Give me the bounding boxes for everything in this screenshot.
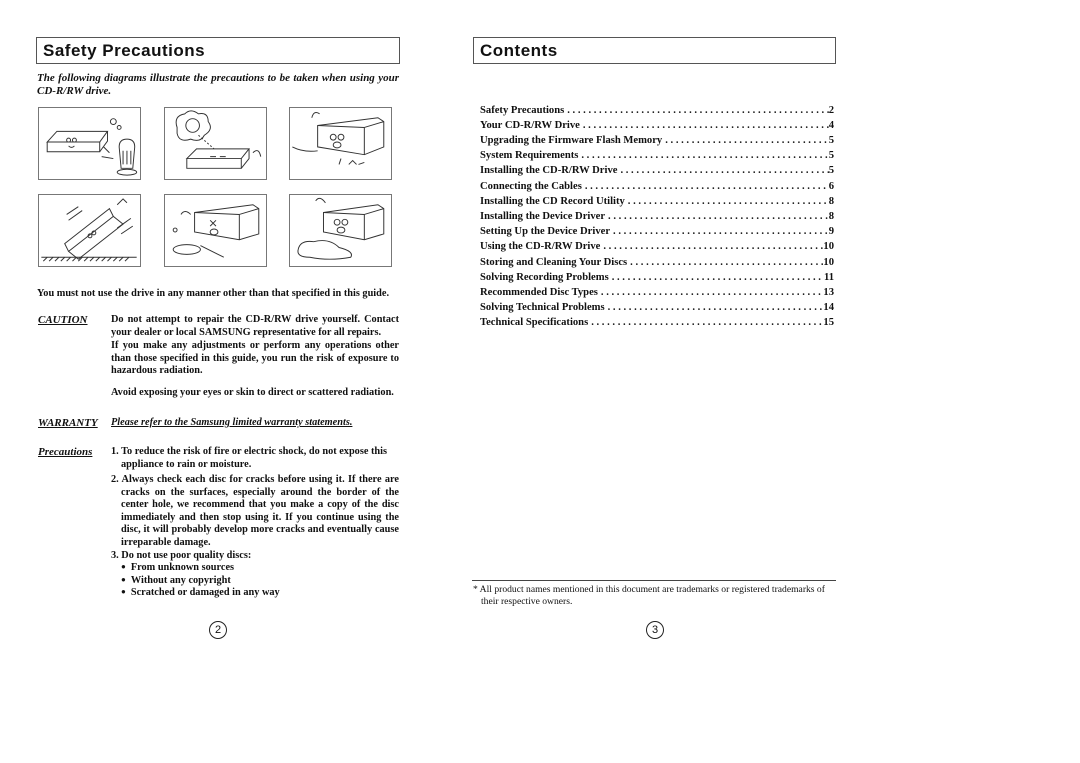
warranty-label: WARRANTY: [38, 417, 98, 429]
dot-leader: [613, 226, 829, 237]
toc-entry-page: 5: [828, 150, 834, 161]
toc-entry[interactable]: Upgrading the Firmware Flash Memory 5: [480, 135, 834, 150]
dot-leader: [665, 135, 828, 146]
precaution-item-3: 3. Do not use poor quality discs:: [111, 550, 252, 561]
toc-entry-title: Solving Technical Problems: [480, 302, 605, 313]
dot-leader: [583, 120, 829, 131]
toc-entry-page: 2: [828, 105, 834, 116]
bullet-item: Without any copyright: [121, 575, 231, 588]
toc-entry[interactable]: Solving Recording Problems 11: [480, 272, 834, 287]
bullet-item: From unknown sources: [121, 562, 234, 575]
toc-entry-page: 5: [828, 165, 834, 176]
page-title: Contents: [480, 41, 558, 60]
drive-dropped-illustration: [38, 194, 141, 267]
dot-leader: [608, 211, 829, 222]
toc-entry-title: Connecting the Cables: [480, 181, 582, 192]
caution-label: CAUTION: [38, 314, 88, 326]
toc-entry-page: 15: [823, 317, 834, 328]
dot-leader: [620, 165, 828, 176]
toc-entry-title: System Requirements: [480, 150, 579, 161]
drive-disassembly-illustration: [289, 107, 392, 180]
dot-leader: [603, 241, 823, 252]
toc-entry-page: 13: [823, 287, 834, 298]
trademark-footnote: * All product names mentioned in this do…: [473, 584, 825, 607]
toc-entry-title: Recommended Disc Types: [480, 287, 598, 298]
page-title: Safety Precautions: [43, 41, 206, 60]
caution-paragraph-2: If you make any adjustments or perform a…: [111, 340, 399, 376]
toc-entry-page: 9: [828, 226, 834, 237]
toc-entry-title: Storing and Cleaning Your Discs: [480, 257, 628, 268]
toc-entry-page: 8: [828, 211, 834, 222]
caution-paragraph-1: Do not attempt to repair the CD-R/RW dri…: [111, 314, 399, 338]
dot-leader: [608, 302, 824, 313]
toc-entry-page: 6: [828, 181, 834, 192]
toc-entry-page: 11: [823, 272, 834, 283]
toc-entry[interactable]: Storing and Cleaning Your Discs 10: [480, 257, 834, 272]
dot-leader: [591, 317, 823, 328]
caution-paragraph-3: Avoid exposing your eyes or skin to dire…: [111, 387, 394, 398]
usage-warning: You must not use the drive in any manner…: [37, 288, 390, 299]
toc-entry[interactable]: Recommended Disc Types 13: [480, 287, 834, 302]
precaution-item-2: 2. Always check each disc for cracks bef…: [111, 474, 399, 548]
drive-spilled-liquid-illustration: [289, 194, 392, 267]
drive-near-water-illustration: [164, 194, 267, 267]
dot-leader: [581, 150, 828, 161]
toc-entry[interactable]: Installing the CD-R/RW Drive 5: [480, 165, 834, 180]
drive-in-sunlight-illustration: [164, 107, 267, 180]
dot-leader: [585, 181, 829, 192]
precautions-label: Precautions: [38, 446, 93, 458]
toc-entry[interactable]: System Requirements 5: [480, 150, 834, 165]
warranty-link[interactable]: Please refer to the Samsung limited warr…: [111, 417, 352, 428]
toc-entry[interactable]: Your CD-R/RW Drive 4: [480, 120, 834, 135]
toc-entry-page: 14: [823, 302, 834, 313]
toc-entry-title: Installing the Device Driver: [480, 211, 606, 222]
section-header-contents: Contents: [473, 37, 836, 64]
toc-entry[interactable]: Setting Up the Device Driver 9: [480, 226, 834, 241]
toc-entry-title: Installing the CD Record Utility: [480, 196, 625, 207]
dot-leader: [630, 257, 823, 268]
drive-near-heater-illustration: [38, 107, 141, 180]
toc-entry-page: 10: [823, 257, 834, 268]
toc-entry-title: Upgrading the Firmware Flash Memory: [480, 135, 663, 146]
footnote-divider: [472, 580, 836, 581]
toc-entry-page: 5: [828, 135, 834, 146]
toc-entry-title: Solving Recording Problems: [480, 272, 609, 283]
toc-entry-page: 8: [828, 196, 834, 207]
toc-entry[interactable]: Solving Technical Problems 14: [480, 302, 834, 317]
toc-entry-title: Technical Specifications: [480, 317, 589, 328]
toc-entry-page: 10: [823, 241, 834, 252]
toc-entry-title: Installing the CD-R/RW Drive: [480, 165, 618, 176]
toc-entry-title: Using the CD-R/RW Drive: [480, 241, 601, 252]
toc-entry-title: Your CD-R/RW Drive: [480, 120, 580, 131]
dot-leader: [567, 105, 828, 116]
page-number-left: 2: [209, 621, 227, 639]
toc-entry[interactable]: Safety Precautions 2: [480, 105, 834, 120]
toc-entry-title: Safety Precautions: [480, 105, 565, 116]
bullet-item: Scratched or damaged in any way: [121, 587, 280, 600]
page-number-right: 3: [646, 621, 664, 639]
precaution-item-1: 1. To reduce the risk of fire or electri…: [111, 446, 387, 470]
toc-entry[interactable]: Installing the Device Driver 8: [480, 211, 834, 226]
dot-leader: [601, 287, 824, 298]
toc-entry[interactable]: Using the CD-R/RW Drive 10: [480, 241, 834, 256]
intro-text: The following diagrams illustrate the pr…: [37, 72, 399, 97]
toc-entry[interactable]: Connecting the Cables 6: [480, 181, 834, 196]
toc-entry-title: Setting Up the Device Driver: [480, 226, 611, 237]
toc-entry[interactable]: Technical Specifications 15: [480, 317, 834, 332]
toc-entry-page: 4: [828, 120, 834, 131]
toc-entry[interactable]: Installing the CD Record Utility 8: [480, 196, 834, 211]
section-header-safety: Safety Precautions: [36, 37, 400, 64]
dot-leader: [612, 272, 824, 283]
dot-leader: [628, 196, 829, 207]
